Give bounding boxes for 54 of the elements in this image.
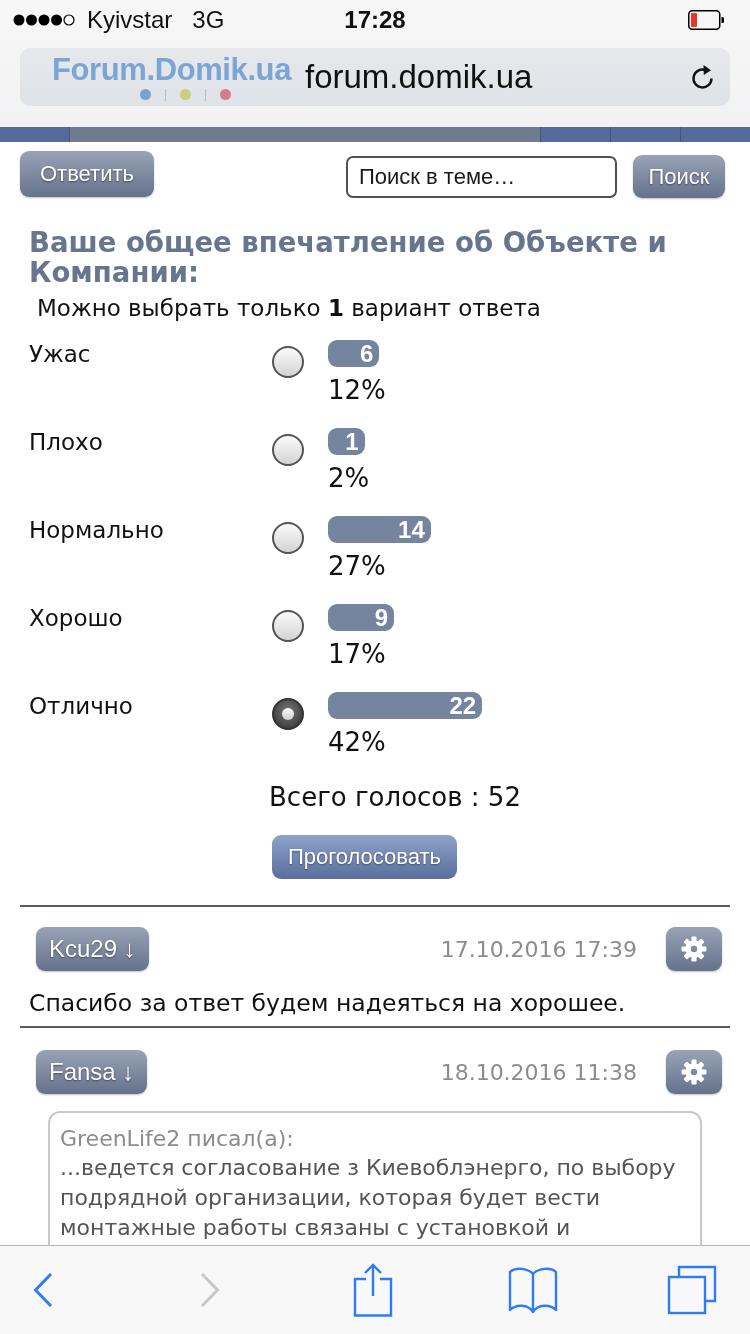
url-text: forum.domik.ua [305,58,533,96]
percent-label: 42% [328,728,387,756]
vote-count: 14 [398,516,425,543]
post-text: Спасибо за ответ будем надеяться на хорошее. [29,988,627,1018]
quote-text: ...ведется согласование з Киевоблэнерго, по выбору подрядной организации, которая будет вести монтажные работы связаны с установкой и [60,1154,677,1242]
search-field[interactable]: Поиск в теме… [346,155,617,198]
tabs-button[interactable] [667,1265,717,1315]
vote-count: 22 [449,692,477,719]
radio-button[interactable] [272,434,304,466]
share-button[interactable] [353,1263,393,1317]
post-date: 17.10.2016 17:39 [440,936,637,962]
percent-label: 12% [328,376,387,404]
dot-icon [180,89,191,100]
option-label: Отлично [29,692,134,720]
reply-button[interactable]: Ответить [20,151,154,197]
radio-button[interactable] [272,610,304,642]
post-date: 18.10.2016 11:38 [440,1059,637,1085]
poll-question: Ваше общее впечатление об Объекте и Компании: [29,227,668,287]
radio-button[interactable] [272,698,304,730]
address-bar[interactable]: Forum.Domik.ua forum.domik.ua [20,48,730,106]
vote-count: 9 [374,604,389,631]
vote-count: 6 [360,340,374,367]
radio-button[interactable] [272,346,304,378]
bookmarks-button[interactable] [508,1266,558,1314]
back-button[interactable] [33,1272,53,1308]
total-votes: Всего голосов : 52 [269,783,522,811]
carrier-name: Kyivstar [87,6,173,34]
option-label: Нормально [29,516,165,544]
percent-label: 27% [328,552,387,580]
logo-text: Forum.Domik.ua [52,53,291,86]
dot-icon [220,89,231,100]
signal-icon [13,14,75,26]
poll-hint: Можно выбрать только 1 вариант ответа [37,294,542,322]
author-button[interactable]: Kcu29 ↓ [36,927,149,971]
option-label: Плохо [29,428,104,456]
percent-label: 17% [328,640,387,668]
battery-icon [688,10,724,30]
option-label: Ужас [29,340,92,368]
search-button[interactable]: Поиск [633,155,725,198]
gear-icon [681,1059,707,1085]
option-label: Хорошо [29,604,124,632]
settings-button[interactable] [666,1050,722,1094]
settings-button[interactable] [666,927,722,971]
author-button[interactable]: Fansa ↓ [36,1050,148,1094]
percent-label: 2% [328,464,371,492]
dot-icon [140,89,151,100]
vote-button[interactable]: Проголосовать [272,835,457,879]
quote-author: GreenLife2 писал(а): [60,1125,295,1153]
vote-count: 1 [345,428,359,455]
status-time: 17:28 [344,6,406,34]
network-type: 3G [192,6,225,34]
reload-button[interactable] [691,63,715,91]
radio-button[interactable] [272,522,304,554]
gear-icon [681,936,707,962]
